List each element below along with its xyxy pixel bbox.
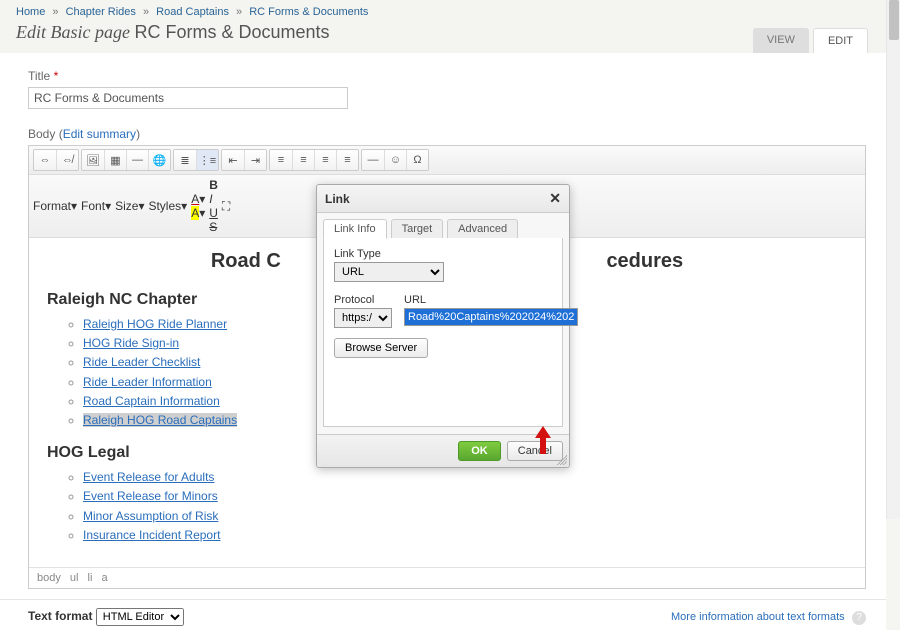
content-link[interactable]: HOG Ride Sign-in <box>83 336 179 350</box>
title-label-text: Title <box>28 69 50 83</box>
list-item: Event Release for Minors <box>83 487 847 506</box>
format-combo[interactable]: Format▾ <box>33 199 77 213</box>
content-link[interactable]: Minor Assumption of Risk <box>83 509 218 523</box>
path-seg[interactable]: li <box>88 572 93 584</box>
browse-server-button[interactable]: Browse Server <box>334 338 428 358</box>
link-type-label: Link Type <box>334 248 552 260</box>
text-format-label: Text format <box>28 609 92 623</box>
content-link[interactable]: Insurance Incident Report <box>83 528 220 542</box>
resize-grip-icon[interactable] <box>557 455 567 465</box>
align-right-icon[interactable]: ≡ <box>314 150 336 170</box>
url-input[interactable] <box>404 308 578 326</box>
bg-color-icon[interactable]: A▾ <box>191 206 205 220</box>
page-title: Edit Basic page RC Forms & Documents <box>16 22 870 43</box>
ul-icon[interactable]: ⋮≡ <box>196 150 218 170</box>
align-left-icon[interactable]: ≡ <box>270 150 292 170</box>
content-link[interactable]: Ride Leader Checklist <box>83 355 200 369</box>
strike-icon[interactable]: S <box>209 220 218 234</box>
image-icon[interactable]: 🖼 <box>82 150 104 170</box>
list-item: Minor Assumption of Risk <box>83 507 847 526</box>
list-item: Insurance Incident Report <box>83 526 847 545</box>
content-link[interactable]: Road Captain Information <box>83 394 220 408</box>
align-center-icon[interactable]: ≡ <box>292 150 314 170</box>
text-format-control: Text format HTML Editor <box>28 608 184 626</box>
page-vertical-scrollbar[interactable] <box>886 0 900 519</box>
cancel-button[interactable]: Cancel <box>507 441 563 461</box>
element-path-bar: body ul li a <box>29 567 865 588</box>
page-title-name: RC Forms & Documents <box>134 22 329 42</box>
edit-summary-link[interactable]: Edit summary <box>63 127 136 141</box>
tab-edit[interactable]: EDIT <box>813 28 868 53</box>
content-link[interactable]: Event Release for Minors <box>83 489 218 503</box>
dialog-body: Link Type URL Protocol https:// URL Brow… <box>323 238 563 427</box>
align-justify-icon[interactable]: ≡ <box>336 150 358 170</box>
body-label-text: Body <box>28 127 55 141</box>
list-item: Event Release for Adults <box>83 468 847 487</box>
globe-icon[interactable]: 🌐 <box>148 150 170 170</box>
dialog-tabs: Link Info Target Advanced <box>317 213 569 239</box>
tab-target[interactable]: Target <box>391 219 444 239</box>
page-title-verb: Edit Basic page <box>16 22 130 42</box>
path-seg[interactable]: ul <box>70 572 79 584</box>
scrollbar-thumb[interactable] <box>889 0 899 40</box>
breadcrumb-sep: » <box>236 6 242 18</box>
link-list-2: Event Release for Adults Event Release f… <box>47 468 847 545</box>
body-label: Body (Edit summary) <box>28 127 866 141</box>
remove-format-icon[interactable]: — <box>362 150 384 170</box>
primary-tabs: VIEW EDIT <box>753 28 868 53</box>
size-combo[interactable]: Size▾ <box>115 199 144 213</box>
content-link[interactable]: Raleigh HOG Ride Planner <box>83 317 227 331</box>
styles-combo[interactable]: Styles▾ <box>148 199 187 213</box>
breadcrumb-rc-forms[interactable]: RC Forms & Documents <box>249 6 368 18</box>
text-format-select[interactable]: HTML Editor <box>96 608 184 626</box>
underline-icon[interactable]: U <box>209 206 218 220</box>
path-seg[interactable]: body <box>37 572 61 584</box>
dialog-footer: OK Cancel <box>317 434 569 467</box>
tab-link-info[interactable]: Link Info <box>323 219 387 239</box>
title-input[interactable] <box>28 87 348 109</box>
breadcrumb: Home » Chapter Rides » Road Captains » R… <box>16 6 870 18</box>
maximize-icon[interactable]: ⛶ <box>222 199 230 214</box>
breadcrumb-sep: » <box>143 6 149 18</box>
bold-icon[interactable]: B <box>209 178 218 192</box>
ok-button[interactable]: OK <box>458 441 501 461</box>
text-color-icon[interactable]: A▾ <box>191 192 205 206</box>
text-format-help-link[interactable]: More information about text formats <box>671 611 845 623</box>
tab-view[interactable]: VIEW <box>753 28 809 53</box>
breadcrumb-chapter-rides[interactable]: Chapter Rides <box>66 6 136 18</box>
tab-advanced[interactable]: Advanced <box>447 219 518 239</box>
protocol-label: Protocol <box>334 294 392 306</box>
omega-icon[interactable]: Ω <box>406 150 428 170</box>
title-label: Title * <box>28 69 866 83</box>
link-dialog: Link ✕ Link Info Target Advanced Link Ty… <box>316 184 570 468</box>
indent-icon[interactable]: ⇥ <box>244 150 266 170</box>
text-format-row: Text format HTML Editor More information… <box>0 600 886 630</box>
table-icon[interactable]: ▦ <box>104 150 126 170</box>
breadcrumb-home[interactable]: Home <box>16 6 45 18</box>
hr-icon[interactable]: ― <box>126 150 148 170</box>
emoji-icon[interactable]: ☺ <box>384 150 406 170</box>
content-link[interactable]: Event Release for Adults <box>83 470 214 484</box>
help-icon[interactable]: ? <box>852 611 866 625</box>
protocol-select[interactable]: https:// <box>334 308 392 328</box>
link-type-select[interactable]: URL <box>334 262 444 282</box>
outdent-icon[interactable]: ⇤ <box>222 150 244 170</box>
url-label: URL <box>404 294 578 306</box>
close-icon[interactable]: ✕ <box>549 190 561 207</box>
link-icon[interactable]: ⇔ <box>34 150 56 170</box>
required-star: * <box>54 69 59 83</box>
unlink-icon[interactable]: ⇎ <box>56 150 78 170</box>
dialog-title: Link <box>325 192 350 206</box>
toolbar-row-1: ⇔ ⇎ 🖼 ▦ ― 🌐 ≣ ⋮≡ ⇤ ⇥ ≡ <box>29 146 865 175</box>
path-seg[interactable]: a <box>102 572 108 584</box>
content-link-selected[interactable]: Raleigh HOG Road Captains <box>83 413 237 427</box>
dialog-titlebar[interactable]: Link ✕ <box>317 185 569 213</box>
breadcrumb-road-captains[interactable]: Road Captains <box>156 6 229 18</box>
ol-icon[interactable]: ≣ <box>174 150 196 170</box>
breadcrumb-sep: » <box>52 6 58 18</box>
italic-icon[interactable]: I <box>209 192 218 206</box>
font-combo[interactable]: Font▾ <box>81 199 111 213</box>
content-link[interactable]: Ride Leader Information <box>83 375 212 389</box>
header-strip: Home » Chapter Rides » Road Captains » R… <box>0 0 886 53</box>
